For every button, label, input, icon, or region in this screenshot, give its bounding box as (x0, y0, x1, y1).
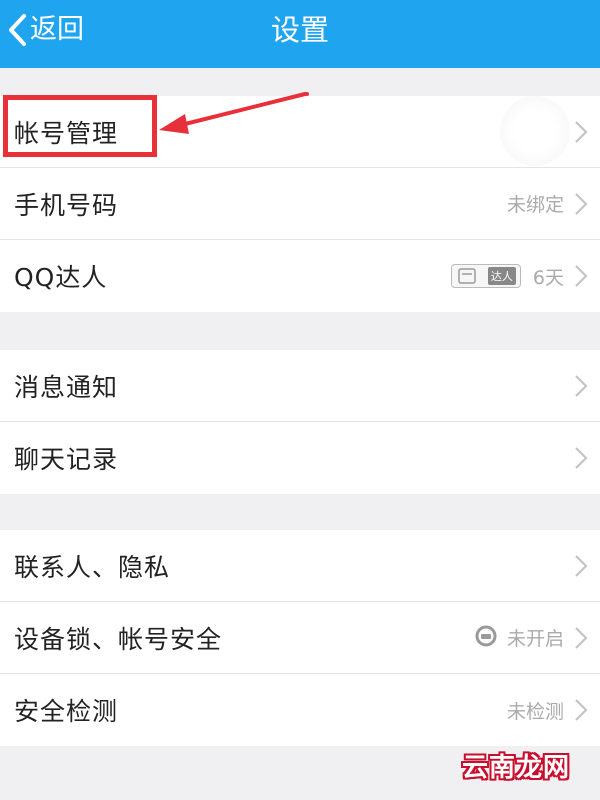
row-label: 聊天记录 (14, 445, 119, 474)
row-security-check[interactable]: 安全检测 未检测 (0, 674, 600, 746)
nav-header: 返回 设置 (0, 0, 600, 68)
chevron-right-icon (574, 446, 588, 470)
badge-icon (458, 268, 476, 284)
chevron-right-icon (574, 374, 588, 398)
row-qq-expert[interactable]: QQ达人 达人 6天 (0, 240, 600, 312)
chevron-right-icon (574, 264, 588, 288)
page-title: 设置 (270, 13, 329, 47)
row-phone-number[interactable]: 手机号码 未绑定 (0, 168, 600, 240)
row-label: QQ达人 (14, 263, 108, 292)
row-label: 联系人、隐私 (14, 552, 171, 582)
row-label: 设备锁、帐号安全 (14, 624, 223, 654)
row-message-notifications[interactable]: 消息通知 (0, 350, 600, 422)
watermark-logo: 云南龙网 (461, 753, 570, 783)
row-label: 手机号码 (14, 190, 119, 220)
chevron-right-icon (574, 626, 588, 650)
row-contacts-privacy[interactable]: 联系人、隐私 (0, 530, 600, 602)
badge-text: 达人 (487, 267, 516, 285)
obscured-area (500, 96, 570, 166)
annotation-arrow-icon (159, 92, 309, 134)
settings-group-messages: 消息通知 聊天记录 (0, 350, 600, 494)
row-value: 6天 (532, 266, 564, 289)
row-value: 未检测 (506, 700, 564, 723)
lock-status-icon (475, 625, 497, 651)
chevron-right-icon (574, 698, 588, 722)
chevron-right-icon (574, 120, 588, 144)
highlight-box (3, 95, 157, 157)
row-chat-history[interactable]: 聊天记录 (0, 422, 600, 494)
expert-badge: 达人 (450, 264, 521, 288)
row-label: 安全检测 (14, 697, 119, 726)
row-value: 未开启 (506, 628, 564, 650)
chevron-right-icon (574, 192, 588, 216)
settings-group-privacy: 联系人、隐私 设备锁、帐号安全 未开启 安全检测 未检测 (0, 530, 600, 746)
chevron-right-icon (574, 554, 588, 578)
row-device-lock[interactable]: 设备锁、帐号安全 未开启 (0, 602, 600, 674)
row-value: 未绑定 (506, 194, 564, 216)
row-label: 消息通知 (14, 372, 119, 402)
settings-page: 返回 设置 帐号管理 手机号码 未绑定 QQ达人 达人 6天 消息通知 聊天记录… (0, 0, 600, 800)
